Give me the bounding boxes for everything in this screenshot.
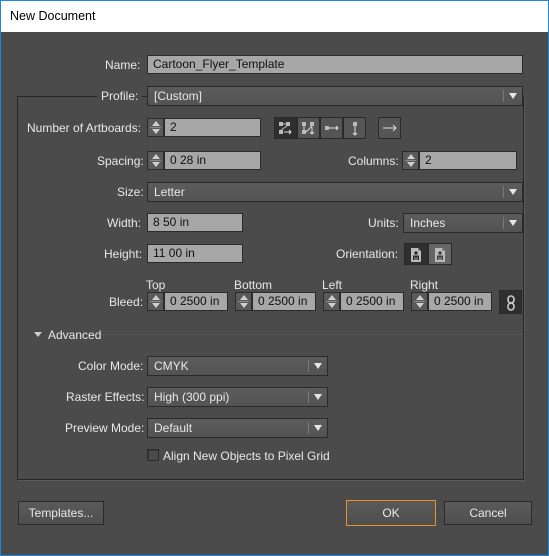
chevron-down-icon	[314, 425, 322, 431]
bleed-right-label: Right	[410, 278, 439, 292]
bleed-bottom-stepper[interactable]	[235, 292, 252, 311]
size-value: Letter	[154, 185, 185, 199]
raster-effects-label: Raster Effects:	[66, 390, 145, 404]
bleed-left-stepper[interactable]	[323, 292, 340, 311]
arrange-by-column-icon[interactable]	[343, 117, 366, 139]
disclosure-triangle-icon[interactable]	[34, 332, 42, 337]
spacing-input[interactable]: 0 28 in	[164, 151, 261, 170]
raster-effects-dropdown[interactable]: High (300 ppi)	[147, 387, 328, 407]
advanced-divider	[101, 334, 523, 335]
landscape-icon	[435, 248, 445, 262]
bleed-right-stepper[interactable]	[411, 292, 428, 311]
right-to-left-layout-icon[interactable]	[378, 117, 401, 139]
chevron-down-icon	[314, 363, 322, 369]
name-label: Name:	[105, 58, 141, 72]
width-input[interactable]: 8 50 in	[147, 213, 243, 232]
color-mode-value: CMYK	[154, 359, 189, 373]
spacing-stepper[interactable]	[147, 151, 164, 170]
height-input[interactable]: 11 00 in	[147, 244, 243, 263]
units-dropdown[interactable]: Inches	[403, 213, 523, 233]
grid-by-row-icon[interactable]	[274, 117, 297, 139]
columns-label: Columns:	[348, 154, 399, 168]
profile-dropdown[interactable]: [Custom]	[147, 86, 523, 106]
bleed-top-input[interactable]: 0 2500 in	[164, 292, 228, 311]
chevron-down-icon	[509, 189, 517, 195]
advanced-toggle[interactable]: Advanced	[48, 328, 101, 342]
bleed-label: Bleed:	[109, 295, 144, 309]
size-dropdown[interactable]: Letter	[147, 182, 523, 202]
ok-button[interactable]: OK	[346, 500, 436, 526]
title-bar: New Document	[1, 1, 548, 32]
profile-value: [Custom]	[154, 89, 203, 103]
align-pixel-grid-label[interactable]: Align New Objects to Pixel Grid	[163, 449, 330, 463]
chain-link-icon	[507, 295, 515, 311]
arrange-by-row-icon[interactable]	[320, 117, 343, 139]
align-pixel-grid-checkbox[interactable]	[147, 449, 159, 461]
color-mode-dropdown[interactable]: CMYK	[147, 356, 328, 376]
artboards-stepper[interactable]	[147, 118, 164, 137]
spacing-label: Spacing:	[97, 154, 144, 168]
chevron-down-icon	[314, 394, 322, 400]
landscape-orientation-button[interactable]	[428, 243, 452, 265]
columns-input[interactable]: 2	[419, 151, 517, 170]
color-mode-label: Color Mode:	[78, 359, 144, 373]
size-label: Size:	[117, 185, 144, 199]
cancel-button[interactable]: Cancel	[444, 501, 532, 525]
artboards-input[interactable]: 2	[164, 118, 261, 137]
templates-button[interactable]: Templates...	[18, 501, 104, 525]
link-bleed-button[interactable]	[499, 290, 522, 314]
bleed-top-stepper[interactable]	[147, 292, 164, 311]
portrait-orientation-button[interactable]	[404, 243, 428, 265]
new-document-dialog: New Document Name: Cartoon_Flyer_Templat…	[0, 0, 549, 556]
columns-stepper[interactable]	[402, 151, 419, 170]
preview-mode-dropdown[interactable]: Default	[147, 418, 328, 438]
grid-by-column-icon[interactable]	[297, 117, 320, 139]
preview-mode-label: Preview Mode:	[65, 421, 145, 435]
units-label: Units:	[368, 216, 399, 230]
bleed-bottom-label: Bottom	[234, 278, 273, 292]
bleed-left-input[interactable]: 0 2500 in	[340, 292, 404, 311]
chevron-down-icon	[509, 93, 517, 99]
height-label: Height:	[104, 247, 143, 261]
name-input[interactable]: Cartoon_Flyer_Template	[147, 55, 523, 74]
bleed-right-input[interactable]: 0 2500 in	[428, 292, 492, 311]
raster-effects-value: High (300 ppi)	[154, 390, 230, 404]
chevron-down-icon	[509, 220, 517, 226]
width-label: Width:	[107, 216, 142, 230]
portrait-icon	[411, 248, 421, 262]
bleed-top-label: Top	[146, 278, 166, 292]
dialog-title: New Document	[10, 9, 96, 23]
profile-label: Profile:	[97, 89, 143, 103]
units-value: Inches	[410, 216, 446, 230]
orientation-label: Orientation:	[336, 247, 399, 261]
preview-mode-value: Default	[154, 421, 193, 435]
bleed-left-label: Left	[322, 278, 343, 292]
artboards-label: Number of Artboards:	[27, 121, 142, 135]
bleed-bottom-input[interactable]: 0 2500 in	[252, 292, 316, 311]
